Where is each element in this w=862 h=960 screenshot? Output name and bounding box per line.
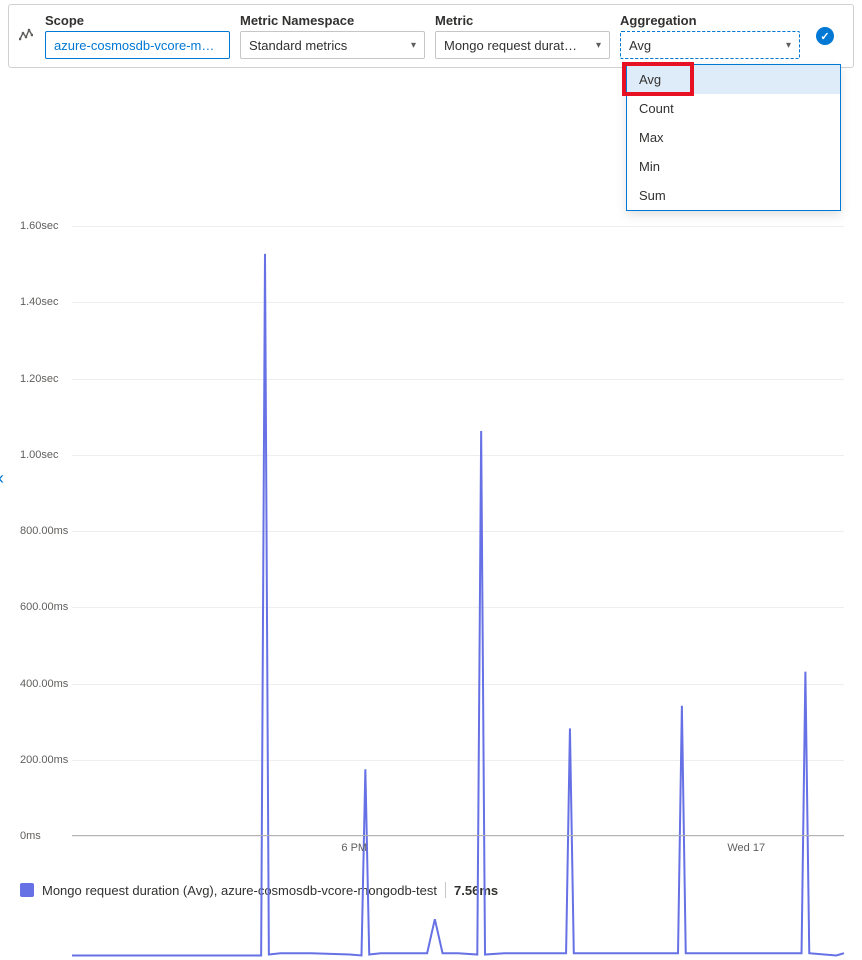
x-tick-label: 6 PM [341, 842, 367, 854]
y-tick-label: 1.20sec [20, 373, 59, 385]
scope-field: Scope azure-cosmosdb-vcore-m… [45, 13, 230, 59]
namespace-value: Standard metrics [249, 38, 347, 53]
metric-picker-toolbar: Scope azure-cosmosdb-vcore-m… Metric Nam… [8, 4, 854, 68]
y-tick-label: 1.40sec [20, 296, 59, 308]
chevron-down-icon: ▾ [786, 40, 791, 51]
y-tick-label: 600.00ms [20, 601, 68, 613]
aggregation-option-sum[interactable]: Sum [627, 181, 840, 210]
aggregation-option-count[interactable]: Count [627, 94, 840, 123]
legend-swatch [20, 883, 34, 897]
x-tick-label: Wed 17 [727, 842, 765, 854]
y-tick-label: 0ms [20, 830, 41, 842]
metric-label: Metric [435, 13, 610, 28]
namespace-field: Metric Namespace Standard metrics ▾ [240, 13, 425, 59]
aggregation-dropdown: AvgCountMaxMinSum [626, 64, 841, 211]
metric-select[interactable]: Mongo request durat… ▾ [435, 31, 610, 59]
aggregation-label: Aggregation [620, 13, 800, 28]
aggregation-option-min[interactable]: Min [627, 152, 840, 181]
aggregation-select[interactable]: Avg ▾ [620, 31, 800, 59]
check-badge-icon[interactable]: ✓ [816, 27, 834, 45]
scope-picker[interactable]: azure-cosmosdb-vcore-m… [45, 31, 230, 59]
chevron-down-icon: ▾ [596, 40, 601, 51]
x-axis [72, 835, 844, 836]
namespace-label: Metric Namespace [240, 13, 425, 28]
metric-field: Metric Mongo request durat… ▾ [435, 13, 610, 59]
y-tick-label: 400.00ms [20, 678, 68, 690]
aggregation-option-avg[interactable]: Avg [627, 65, 840, 94]
scope-value: azure-cosmosdb-vcore-m… [54, 38, 214, 53]
chart-area: ‹ 0ms200.00ms400.00ms600.00ms800.00ms1.0… [20, 188, 854, 878]
y-tick-label: 1.60sec [20, 220, 59, 232]
aggregation-field: Aggregation Avg ▾ [620, 13, 800, 59]
chevron-down-icon: ▾ [411, 40, 416, 51]
y-tick-label: 1.00sec [20, 449, 59, 461]
aggregation-value: Avg [629, 38, 651, 53]
aggregation-option-max[interactable]: Max [627, 123, 840, 152]
namespace-select[interactable]: Standard metrics ▾ [240, 31, 425, 59]
y-tick-label: 800.00ms [20, 525, 68, 537]
scope-label: Scope [45, 13, 230, 28]
chevron-left-icon[interactable]: ‹ [0, 468, 4, 489]
metric-value: Mongo request durat… [444, 38, 577, 53]
chart-type-icon[interactable] [19, 28, 35, 45]
y-tick-label: 200.00ms [20, 754, 68, 766]
